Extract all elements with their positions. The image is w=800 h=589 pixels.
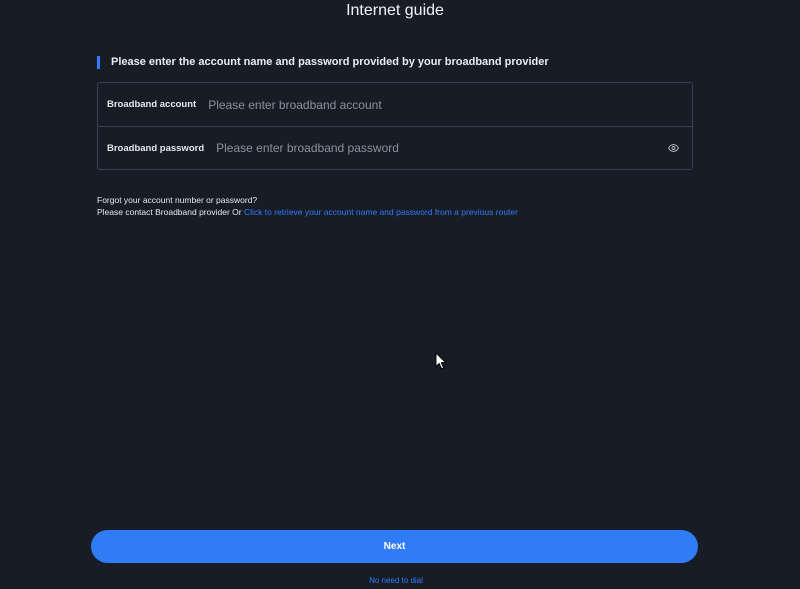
next-button[interactable]: Next <box>91 530 698 563</box>
no-need-to-dial-link[interactable]: No need to dial <box>0 576 792 585</box>
section-heading-text: Please enter the account name and passwo… <box>111 56 549 68</box>
section-heading: Please enter the account name and passwo… <box>97 55 549 69</box>
retrieve-from-router-link[interactable]: Click to retrieve your account name and … <box>244 207 518 217</box>
page-title: Internet guide <box>346 2 444 19</box>
password-input[interactable] <box>216 138 666 158</box>
eye-icon[interactable] <box>666 141 680 155</box>
password-row: Broadband password <box>98 126 692 169</box>
password-label: Broadband password <box>107 142 205 154</box>
help-block: Forgot your account number or password? … <box>97 194 518 218</box>
internet-guide-page: Internet guide Please enter the account … <box>0 0 800 589</box>
account-label: Broadband account <box>107 99 197 110</box>
account-input[interactable] <box>208 94 692 115</box>
mouse-pointer-icon <box>435 352 447 370</box>
forgot-credentials-text: Forgot your account number or password? <box>97 195 258 205</box>
contact-provider-text: Please contact Broadband provider Or <box>97 207 244 217</box>
heading-accent-bar <box>97 55 100 69</box>
account-row: Broadband account <box>98 83 692 126</box>
contact-provider-line: Please contact Broadband provider Or Cli… <box>97 206 518 218</box>
credentials-form: Broadband account Broadband password <box>97 82 693 170</box>
